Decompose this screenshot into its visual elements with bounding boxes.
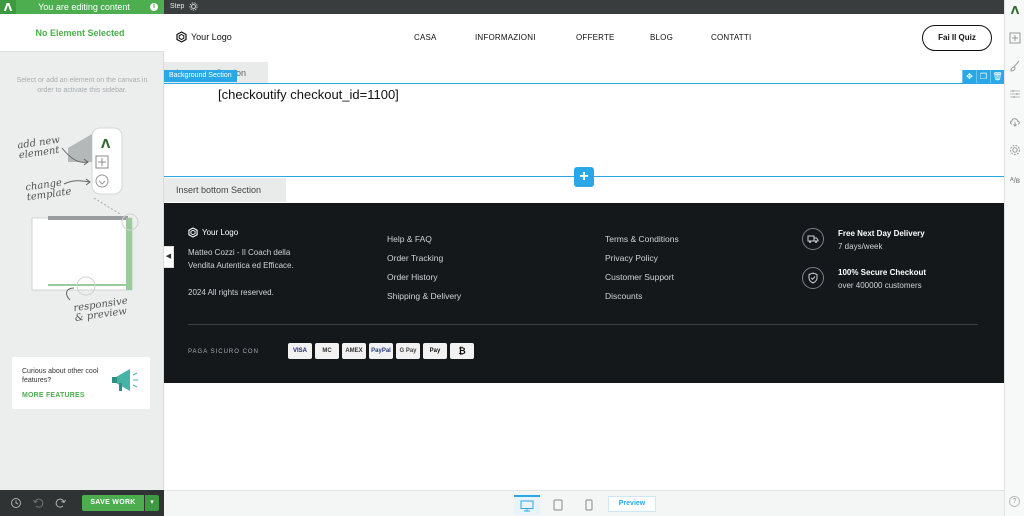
- footer-link-order-history[interactable]: Order History: [387, 268, 461, 287]
- feature-subtitle: 7 days/week: [838, 242, 883, 251]
- history-icon[interactable]: [10, 497, 22, 509]
- nav-item-contatti[interactable]: CONTATTI: [711, 33, 751, 42]
- sidebar-hint: Select or add an element on the canvas i…: [16, 77, 148, 94]
- promo-card: Curious about other cool features? MORE …: [12, 357, 150, 409]
- footer-divider: [188, 324, 978, 325]
- feature-title: 100% Secure Checkout: [838, 268, 927, 277]
- duplicate-icon[interactable]: ❐: [976, 70, 990, 83]
- nav-item-offerte[interactable]: OFFERTE: [576, 33, 615, 42]
- checkout-shortcode[interactable]: [checkoutify checkout_id=1100]: [218, 87, 399, 102]
- footer-link-privacy[interactable]: Privacy Policy: [605, 249, 679, 268]
- google-pay-icon: G Pay: [396, 343, 420, 359]
- chevron-left-icon: ◀: [165, 253, 172, 260]
- site-header: Your Logo CASA INFORMAZIONI OFFERTE BLOG…: [164, 14, 1004, 62]
- right-toolbar: Λ ᴬ/ʙ ?: [1004, 0, 1024, 516]
- bitcoin-icon: ₿: [450, 343, 474, 359]
- step-label[interactable]: Step: [170, 2, 184, 12]
- amex-icon: AMEX: [342, 343, 366, 359]
- translate-icon[interactable]: ᴬ/ʙ: [1009, 174, 1021, 186]
- feature-subtitle: over 400000 customers: [838, 281, 922, 290]
- chevron-down-icon: ▾: [150, 499, 154, 506]
- collapse-sidebar-handle[interactable]: ◀: [164, 246, 174, 268]
- nav-item-informazioni[interactable]: INFORMAZIONI: [475, 33, 536, 42]
- footer-link-help-faq[interactable]: Help & FAQ: [387, 230, 461, 249]
- hexagon-logo-icon: [176, 31, 187, 43]
- footer-feature-secure: 100% Secure Checkout over 400000 custome…: [802, 267, 926, 293]
- paypal-icon: PayPal: [369, 343, 393, 359]
- gear-icon[interactable]: [189, 2, 198, 11]
- footer-links-legal: Terms & Conditions Privacy Policy Custom…: [605, 230, 679, 306]
- footer-link-shipping-delivery[interactable]: Shipping & Delivery: [387, 287, 461, 306]
- shield-icon: [802, 267, 824, 289]
- save-work-button[interactable]: SAVE WORK: [82, 495, 144, 511]
- footer-link-support[interactable]: Customer Support: [605, 268, 679, 287]
- apple-pay-icon: Pay: [423, 343, 447, 359]
- feature-title: Free Next Day Delivery: [838, 229, 925, 238]
- editing-banner-text: You are editing content: [38, 2, 130, 12]
- site-footer: Your Logo Matteo Cozzi - Il Coach della …: [164, 203, 1004, 383]
- nav-item-casa[interactable]: CASA: [414, 33, 437, 42]
- footer-link-discounts[interactable]: Discounts: [605, 287, 679, 306]
- onboarding-illustration: Λ add new element change template respon…: [0, 118, 164, 338]
- page-canvas[interactable]: Your Logo CASA INFORMAZIONI OFFERTE BLOG…: [164, 14, 1004, 490]
- footer-logo-text: Your Logo: [202, 228, 239, 237]
- info-icon[interactable]: i: [150, 3, 158, 11]
- insert-bottom-section-tab[interactable]: Insert bottom Section: [164, 178, 286, 202]
- redo-icon[interactable]: [55, 497, 67, 509]
- truck-icon: [802, 228, 824, 250]
- quiz-button[interactable]: Fai Il Quiz: [922, 25, 992, 51]
- brush-icon[interactable]: [1009, 60, 1021, 72]
- sidebar-footer: SAVE WORK ▾: [0, 490, 164, 516]
- app-logo[interactable]: Λ: [0, 0, 16, 14]
- footer-feature-delivery: Free Next Day Delivery 7 days/week: [802, 228, 925, 254]
- nav-item-blog[interactable]: BLOG: [650, 33, 673, 42]
- step-bar: Step: [164, 0, 1004, 14]
- footer-links-help: Help & FAQ Order Tracking Order History …: [387, 230, 461, 306]
- tablet-view-button[interactable]: [545, 495, 571, 515]
- visa-icon: VISA: [288, 343, 312, 359]
- cloud-download-icon[interactable]: [1009, 116, 1021, 128]
- save-options-dropdown[interactable]: ▾: [145, 495, 159, 511]
- background-section-tag[interactable]: Background Section: [164, 70, 237, 82]
- site-logo-text: Your Logo: [191, 32, 232, 42]
- tablet-icon: [553, 499, 563, 511]
- payment-methods: VISA MC AMEX PayPal G Pay Pay ₿: [288, 343, 474, 359]
- app-logo-icon[interactable]: Λ: [1009, 4, 1021, 17]
- selection-outline-top: [164, 83, 1004, 84]
- mobile-icon: [585, 499, 593, 511]
- sidebar-header: No Element Selected: [0, 14, 164, 52]
- footer-link-terms[interactable]: Terms & Conditions: [605, 230, 679, 249]
- desktop-view-button[interactable]: [514, 495, 540, 515]
- desktop-icon: [520, 500, 534, 512]
- site-logo[interactable]: Your Logo: [176, 31, 232, 43]
- settings-gear-icon[interactable]: [1009, 144, 1021, 156]
- mobile-view-button[interactable]: [576, 495, 602, 515]
- payment-label: PAGA SICURO CON: [188, 349, 259, 355]
- delete-icon[interactable]: 🗑: [990, 70, 1004, 83]
- hexagon-logo-icon: [188, 227, 198, 238]
- move-icon[interactable]: ✥: [962, 70, 976, 83]
- add-section-button[interactable]: +: [574, 167, 594, 187]
- mastercard-icon: MC: [315, 343, 339, 359]
- undo-icon[interactable]: [32, 497, 44, 509]
- megaphone-icon: [112, 369, 138, 391]
- svg-text:Λ: Λ: [101, 137, 111, 151]
- footer-copyright: 2024 All rights reserved.: [188, 288, 274, 297]
- preview-button[interactable]: Preview: [608, 496, 656, 512]
- device-preview-bar: Preview: [164, 490, 1004, 516]
- more-features-link[interactable]: MORE FEATURES: [22, 392, 85, 399]
- sliders-icon[interactable]: [1009, 88, 1021, 100]
- footer-description: Matteo Cozzi - Il Coach della Vendita Au…: [188, 248, 294, 270]
- section-toolbar: ✥ ❐ 🗑: [962, 70, 1004, 83]
- footer-logo[interactable]: Your Logo: [188, 227, 238, 238]
- promo-text: Curious about other cool features?: [22, 368, 99, 384]
- add-element-icon[interactable]: [1009, 32, 1021, 44]
- editor-sidebar: Λ You are editing content i No Element S…: [0, 0, 164, 516]
- footer-link-order-tracking[interactable]: Order Tracking: [387, 249, 461, 268]
- help-icon[interactable]: ?: [1009, 496, 1020, 507]
- editing-banner: Λ You are editing content i: [0, 0, 164, 14]
- sidebar-title: No Element Selected: [35, 28, 125, 38]
